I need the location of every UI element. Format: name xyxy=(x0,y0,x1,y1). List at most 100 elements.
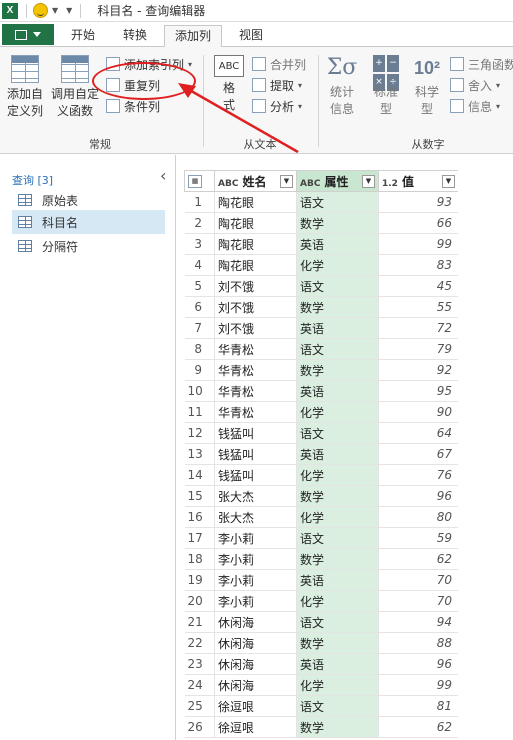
attribute-cell[interactable]: 化学 xyxy=(296,401,379,423)
table-row[interactable]: 10 华青松 英语 95 xyxy=(184,380,459,402)
add-custom-column-button[interactable]: 添加自 定义列 xyxy=(4,55,46,120)
parse-button[interactable]: 分析 ▾ xyxy=(252,97,302,115)
row-number[interactable]: 9 xyxy=(184,359,215,381)
value-cell[interactable]: 67 xyxy=(378,443,459,465)
row-number[interactable]: 3 xyxy=(184,233,215,255)
value-cell[interactable]: 81 xyxy=(378,695,459,717)
row-number[interactable]: 23 xyxy=(184,653,215,675)
value-cell[interactable]: 80 xyxy=(378,506,459,528)
query-item-selected[interactable]: 科目名 xyxy=(12,210,165,234)
table-row[interactable]: 6 刘不饿 数学 55 xyxy=(184,296,459,318)
merge-columns-button[interactable]: 合并列 xyxy=(252,55,306,73)
table-row[interactable]: 23 休闲海 英语 96 xyxy=(184,653,459,675)
row-number[interactable]: 2 xyxy=(184,212,215,234)
column-header-attribute[interactable]: ABC 属性 ▼ xyxy=(296,170,379,192)
row-number[interactable]: 21 xyxy=(184,611,215,633)
value-cell[interactable]: 93 xyxy=(378,191,459,213)
name-cell[interactable]: 钱猛叫 xyxy=(214,422,297,444)
table-row[interactable]: 2 陶花眼 数学 66 xyxy=(184,212,459,234)
attribute-cell[interactable]: 英语 xyxy=(296,317,379,339)
decimal-type-icon[interactable]: 1.2 xyxy=(382,179,398,189)
value-cell[interactable]: 90 xyxy=(378,401,459,423)
table-row[interactable]: 14 钱猛叫 化学 76 xyxy=(184,464,459,486)
attribute-cell[interactable]: 化学 xyxy=(296,590,379,612)
name-cell[interactable]: 徐逗哏 xyxy=(214,695,297,717)
table-row[interactable]: 7 刘不饿 英语 72 xyxy=(184,317,459,339)
table-row[interactable]: 3 陶花眼 英语 99 xyxy=(184,233,459,255)
attribute-cell[interactable]: 化学 xyxy=(296,254,379,276)
add-index-column-button[interactable]: 添加索引列 ▾ xyxy=(106,55,192,73)
file-menu-button[interactable] xyxy=(2,24,54,45)
name-cell[interactable]: 钱猛叫 xyxy=(214,464,297,486)
information-button[interactable]: 信息 ▾ xyxy=(450,97,500,115)
row-number[interactable]: 13 xyxy=(184,443,215,465)
row-number[interactable]: 22 xyxy=(184,632,215,654)
value-cell[interactable]: 88 xyxy=(378,632,459,654)
table-row[interactable]: 26 徐逗哏 数学 62 xyxy=(184,716,459,738)
attribute-cell[interactable]: 英语 xyxy=(296,380,379,402)
row-number[interactable]: 5 xyxy=(184,275,215,297)
conditional-column-button[interactable]: 条件列 xyxy=(106,97,160,115)
text-type-icon[interactable]: ABC xyxy=(300,179,320,189)
attribute-cell[interactable]: 数学 xyxy=(296,485,379,507)
row-number[interactable]: 26 xyxy=(184,716,215,738)
name-cell[interactable]: 李小莉 xyxy=(214,527,297,549)
name-cell[interactable]: 李小莉 xyxy=(214,569,297,591)
filter-dropdown-icon[interactable]: ▼ xyxy=(442,174,455,188)
statistics-button[interactable]: Σσ 统计 信息 xyxy=(322,55,362,118)
tab-add-column[interactable]: 添加列 xyxy=(164,25,222,48)
value-cell[interactable]: 94 xyxy=(378,611,459,633)
attribute-cell[interactable]: 语文 xyxy=(296,191,379,213)
name-cell[interactable]: 刘不饿 xyxy=(214,317,297,339)
filter-dropdown-icon[interactable]: ▼ xyxy=(280,174,293,188)
table-row[interactable]: 8 华青松 语文 79 xyxy=(184,338,459,360)
name-cell[interactable]: 休闲海 xyxy=(214,632,297,654)
attribute-cell[interactable]: 英语 xyxy=(296,653,379,675)
name-cell[interactable]: 张大杰 xyxy=(214,506,297,528)
row-number[interactable]: 6 xyxy=(184,296,215,318)
attribute-cell[interactable]: 英语 xyxy=(296,233,379,255)
filter-dropdown-icon[interactable]: ▼ xyxy=(362,174,375,188)
row-number[interactable]: 15 xyxy=(184,485,215,507)
table-row[interactable]: 18 李小莉 数学 62 xyxy=(184,548,459,570)
name-cell[interactable]: 华青松 xyxy=(214,338,297,360)
table-row[interactable]: 11 华青松 化学 90 xyxy=(184,401,459,423)
standard-button[interactable]: + − × ÷ 标准 型 xyxy=(366,55,406,118)
value-cell[interactable]: 62 xyxy=(378,548,459,570)
table-menu-icon[interactable]: ▦ xyxy=(188,174,202,188)
row-number[interactable]: 1 xyxy=(184,191,215,213)
attribute-cell[interactable]: 数学 xyxy=(296,359,379,381)
attribute-cell[interactable]: 化学 xyxy=(296,506,379,528)
quick-access-customize-icon[interactable]: ▼ xyxy=(66,6,72,15)
table-menu-header[interactable]: ▦ xyxy=(184,170,215,192)
attribute-cell[interactable]: 数学 xyxy=(296,212,379,234)
value-cell[interactable]: 83 xyxy=(378,254,459,276)
invoke-custom-function-button[interactable]: 调用自定 义函数 xyxy=(48,55,102,120)
name-cell[interactable]: 陶花眼 xyxy=(214,233,297,255)
name-cell[interactable]: 华青松 xyxy=(214,401,297,423)
value-cell[interactable]: 45 xyxy=(378,275,459,297)
attribute-cell[interactable]: 语文 xyxy=(296,527,379,549)
attribute-cell[interactable]: 语文 xyxy=(296,338,379,360)
table-row[interactable]: 17 李小莉 语文 59 xyxy=(184,527,459,549)
attribute-cell[interactable]: 化学 xyxy=(296,674,379,696)
row-number[interactable]: 17 xyxy=(184,527,215,549)
duplicate-column-button[interactable]: 重复列 xyxy=(106,76,160,94)
name-cell[interactable]: 刘不饿 xyxy=(214,275,297,297)
table-row[interactable]: 13 钱猛叫 英语 67 xyxy=(184,443,459,465)
name-cell[interactable]: 李小莉 xyxy=(214,590,297,612)
tab-view[interactable]: 视图 xyxy=(230,25,272,47)
name-cell[interactable]: 休闲海 xyxy=(214,674,297,696)
row-number[interactable]: 12 xyxy=(184,422,215,444)
value-cell[interactable]: 76 xyxy=(378,464,459,486)
query-item[interactable]: 原始表 xyxy=(12,188,165,212)
value-cell[interactable]: 62 xyxy=(378,716,459,738)
value-cell[interactable]: 70 xyxy=(378,590,459,612)
attribute-cell[interactable]: 数学 xyxy=(296,632,379,654)
row-number[interactable]: 10 xyxy=(184,380,215,402)
name-cell[interactable]: 休闲海 xyxy=(214,653,297,675)
name-cell[interactable]: 李小莉 xyxy=(214,548,297,570)
table-row[interactable]: 22 休闲海 数学 88 xyxy=(184,632,459,654)
table-row[interactable]: 24 休闲海 化学 99 xyxy=(184,674,459,696)
table-row[interactable]: 16 张大杰 化学 80 xyxy=(184,506,459,528)
